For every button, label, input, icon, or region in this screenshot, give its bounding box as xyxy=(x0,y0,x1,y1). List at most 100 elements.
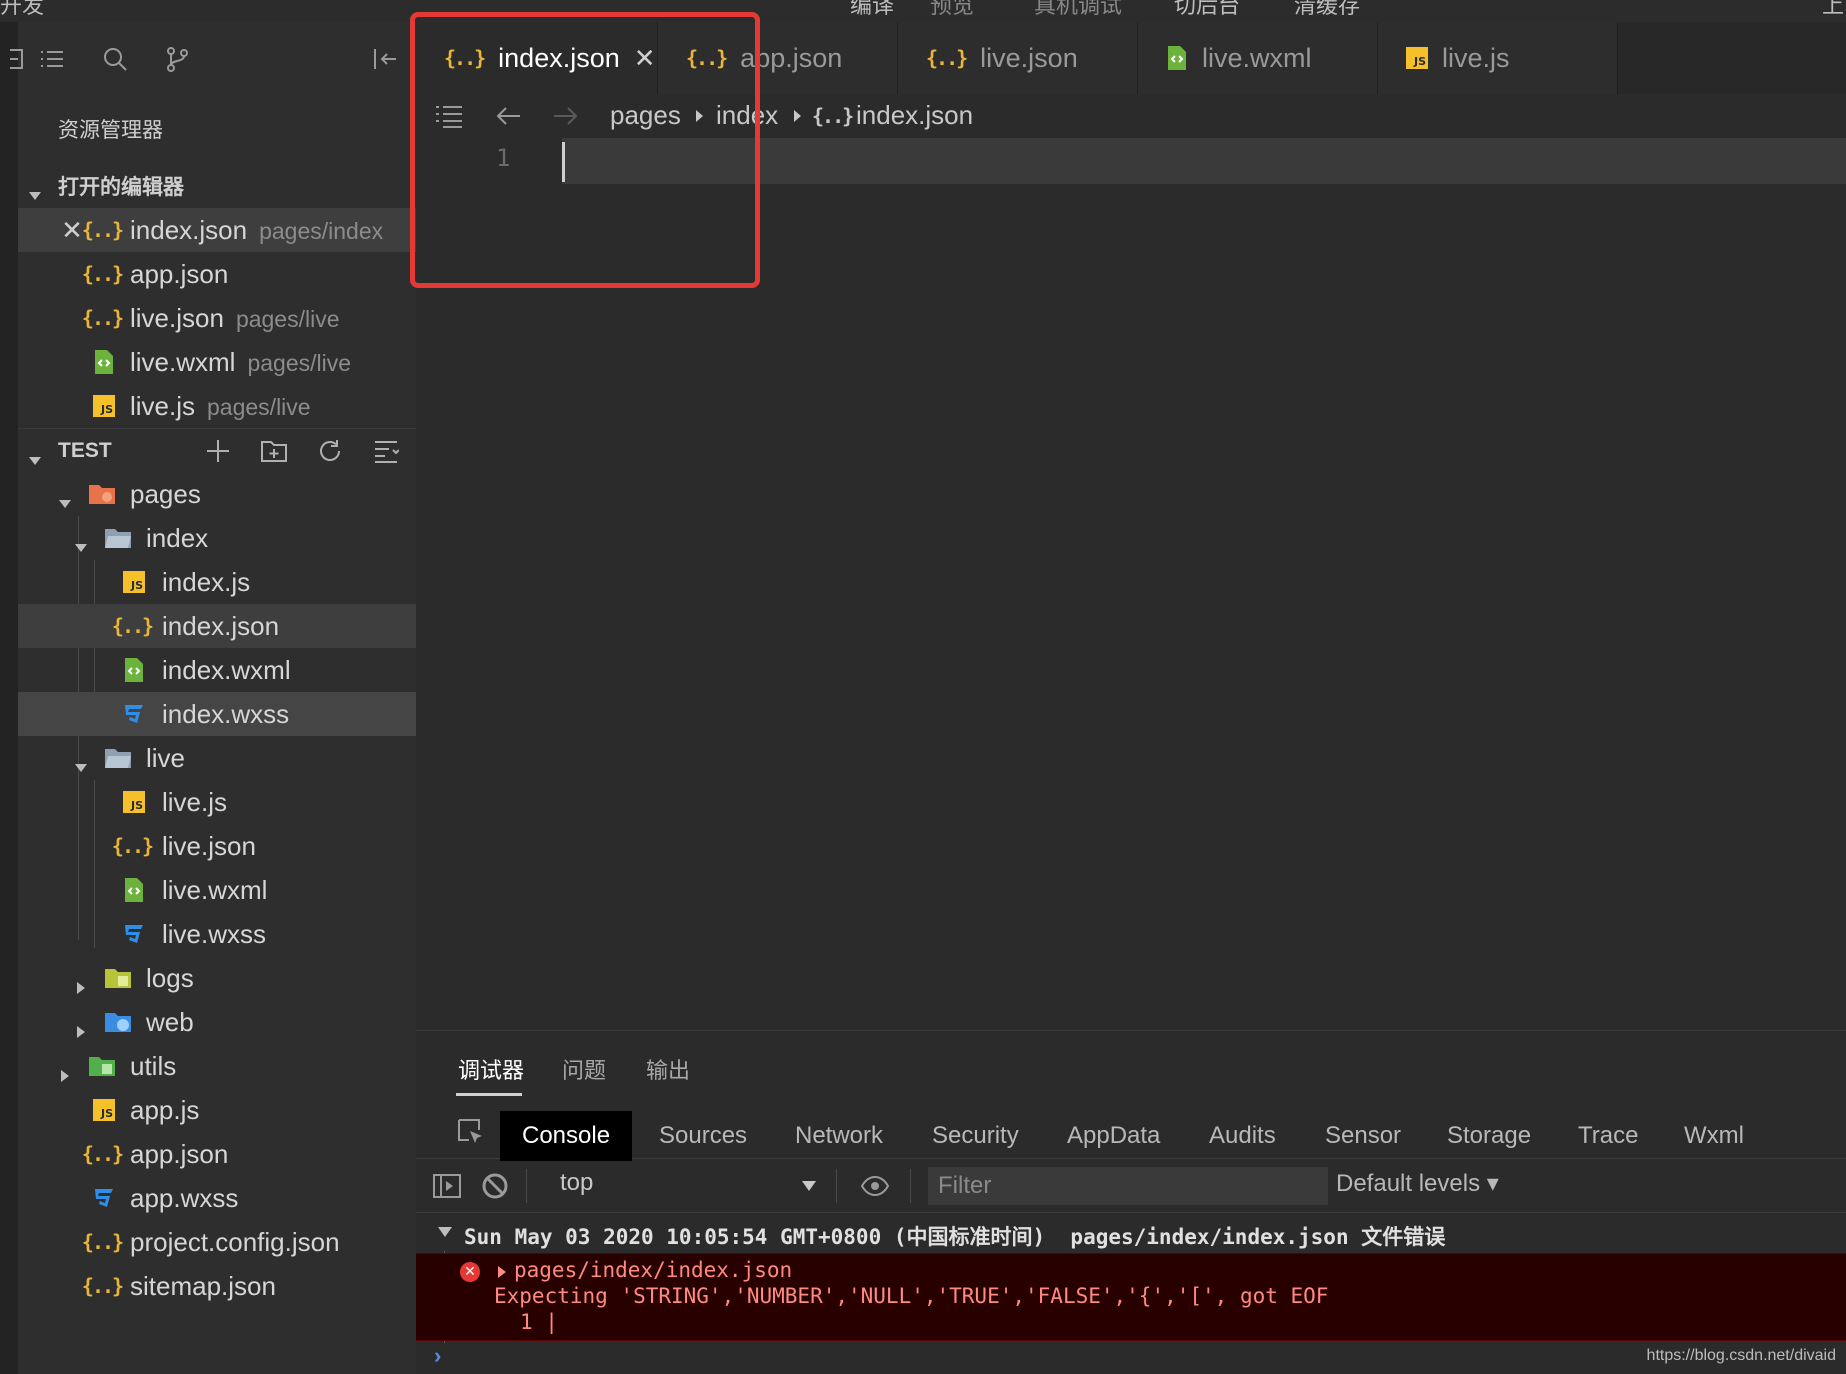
clear-console-icon[interactable] xyxy=(480,1171,510,1201)
tree-folder[interactable]: web xyxy=(18,1000,416,1044)
tab-appdata[interactable]: AppData xyxy=(1067,1111,1160,1161)
tab-live-js[interactable]: JS live.js xyxy=(1378,22,1618,94)
wxss-file-icon xyxy=(120,920,148,948)
tab-label: live.json xyxy=(980,42,1078,73)
remote-debug-button[interactable]: 真机调试 xyxy=(1034,0,1122,20)
chevron-down-icon xyxy=(74,531,88,552)
tab-storage[interactable]: Storage xyxy=(1447,1111,1531,1161)
js-file-icon: JS xyxy=(120,568,148,596)
json-file-icon: {..} xyxy=(81,306,124,330)
open-editor-item[interactable]: live.wxml pages/live xyxy=(18,340,416,384)
annotation-highlight-box xyxy=(410,12,760,288)
log-group-header[interactable]: Sun May 03 2020 10:05:54 GMT+0800 (中国标准时… xyxy=(416,1215,1846,1251)
explorer-icon[interactable] xyxy=(8,44,38,74)
tree-file[interactable]: app.wxss xyxy=(18,1176,416,1220)
tree-file[interactable]: {..} index.json xyxy=(18,604,416,648)
source-control-icon[interactable] xyxy=(162,44,192,74)
utils-folder-icon xyxy=(88,1052,116,1080)
tree-file[interactable]: {..} live.json xyxy=(18,824,416,868)
tree-file[interactable]: {..} project.config.json xyxy=(18,1220,416,1264)
json-file-icon: {..} xyxy=(81,1230,124,1254)
open-editor-item[interactable]: {..} app.json xyxy=(18,252,416,296)
chevron-right-icon xyxy=(74,971,88,994)
chevron-down-icon xyxy=(74,751,88,772)
open-editors-header[interactable]: 打开的编辑器 xyxy=(18,164,416,208)
expand-arrow-icon[interactable] xyxy=(498,1266,506,1278)
json-file-icon: {..} xyxy=(812,104,854,128)
tab-sensor[interactable]: Sensor xyxy=(1325,1111,1401,1161)
open-editor-item[interactable]: {..} live.json pages/live xyxy=(18,296,416,340)
log-levels-dropdown[interactable]: Default levels ▾ xyxy=(1336,1169,1499,1198)
tab-sources[interactable]: Sources xyxy=(659,1111,747,1161)
filter-input[interactable] xyxy=(928,1167,1328,1205)
json-file-icon: {..} xyxy=(81,218,124,242)
switch-background-button[interactable]: 切后台 xyxy=(1174,0,1240,20)
wxml-file-icon xyxy=(120,656,148,684)
tab-problems[interactable]: 问题 xyxy=(562,1053,606,1085)
clear-cache-button[interactable]: 清缓存 xyxy=(1294,0,1360,20)
outline-icon[interactable] xyxy=(36,44,66,74)
tree-file[interactable]: index.wxml xyxy=(18,648,416,692)
error-file-path[interactable]: pages/index/index.json xyxy=(514,1258,792,1282)
tab-live-wxml[interactable]: live.wxml xyxy=(1138,22,1378,94)
collapse-all-icon[interactable] xyxy=(372,437,400,465)
tab-debugger[interactable]: 调试器 xyxy=(458,1053,524,1085)
json-file-icon: {..} xyxy=(111,834,154,858)
tree-file[interactable]: JS live.js xyxy=(18,780,416,824)
tree-item-label: index.js xyxy=(162,566,251,597)
eye-icon[interactable] xyxy=(860,1171,890,1201)
new-file-icon[interactable] xyxy=(204,437,232,465)
wxml-file-icon xyxy=(1166,45,1188,71)
tab-label: live.js xyxy=(1442,42,1510,73)
tree-folder[interactable]: index xyxy=(18,516,416,560)
tree-item-label: live.wxss xyxy=(162,918,267,949)
tree-item-label: live.json xyxy=(162,830,256,861)
chevron-right-icon xyxy=(58,1059,72,1082)
open-editor-item[interactable]: JS live.js pages/live xyxy=(18,384,416,428)
toggle-sidebar-icon[interactable] xyxy=(432,1171,462,1201)
project-name: TEST xyxy=(58,438,112,462)
breadcrumb-item[interactable]: index.json xyxy=(856,100,973,131)
tree-file[interactable]: JS index.js xyxy=(18,560,416,604)
tab-console[interactable]: Console xyxy=(500,1111,633,1161)
tree-file[interactable]: live.wxml xyxy=(18,868,416,912)
tree-file[interactable]: index.wxss xyxy=(18,692,416,736)
tab-wxml[interactable]: Wxml xyxy=(1684,1111,1744,1161)
inspect-element-icon[interactable] xyxy=(456,1117,486,1147)
tab-live-json[interactable]: {..} live.json xyxy=(898,22,1138,94)
dropdown-arrow-icon[interactable] xyxy=(802,1181,816,1191)
tree-file[interactable]: {..} app.json xyxy=(18,1132,416,1176)
tab-trace[interactable]: Trace xyxy=(1578,1111,1638,1161)
open-editor-item[interactable]: ✕ {..} index.json pages/index xyxy=(18,208,416,252)
preview-button[interactable]: 预览 xyxy=(930,0,974,20)
tree-folder[interactable]: pages xyxy=(18,472,416,516)
tree-folder[interactable]: live xyxy=(18,736,416,780)
context-selector[interactable]: top xyxy=(560,1169,593,1197)
divider xyxy=(836,1169,837,1203)
search-icon[interactable] xyxy=(100,44,130,74)
tree-file[interactable]: {..} sitemap.json xyxy=(18,1264,416,1308)
chevron-right-icon xyxy=(74,1015,88,1038)
debugger-panel: 调试器 问题 输出 Console Sources Network Securi… xyxy=(416,1030,1846,1374)
tree-folder[interactable]: utils xyxy=(18,1044,416,1088)
refresh-icon[interactable] xyxy=(316,437,344,465)
tab-audits[interactable]: Audits xyxy=(1209,1111,1276,1161)
new-folder-icon[interactable] xyxy=(260,437,288,465)
tree-folder[interactable]: logs xyxy=(18,956,416,1000)
file-name: live.wxml xyxy=(130,346,236,377)
file-path: pages/live xyxy=(247,349,352,376)
web-folder-icon xyxy=(104,1008,132,1036)
compile-button[interactable]: 编译 xyxy=(850,0,894,20)
project-header[interactable]: TEST xyxy=(18,428,416,472)
collapse-sidebar-icon[interactable] xyxy=(370,44,400,74)
console-prompt[interactable]: › xyxy=(434,1343,441,1369)
file-path: pages/live xyxy=(207,393,311,420)
tab-output[interactable]: 输出 xyxy=(646,1053,690,1085)
tree-file[interactable]: JS app.js xyxy=(18,1088,416,1132)
sidebar-toolbar xyxy=(10,22,416,98)
open-editor-entry: live.json pages/live xyxy=(130,303,340,334)
wxml-file-icon xyxy=(120,876,148,904)
tree-file[interactable]: live.wxss xyxy=(18,912,416,956)
tab-security[interactable]: Security xyxy=(932,1111,1019,1161)
tab-network[interactable]: Network xyxy=(795,1111,883,1161)
